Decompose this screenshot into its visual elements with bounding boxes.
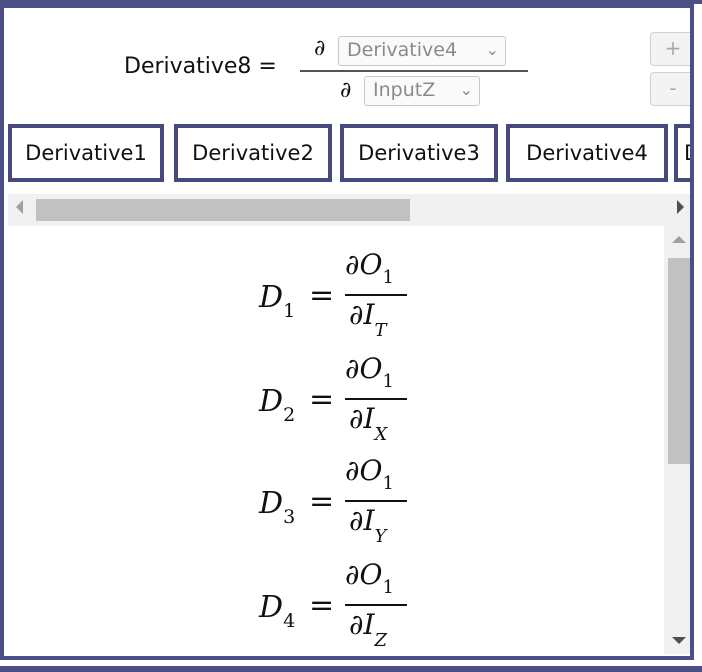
equation-lhs: D1: [259, 280, 296, 322]
equation-d3: D3 = ∂O1 ∂IY: [259, 454, 439, 548]
equation-denominator: ∂IX: [349, 402, 388, 445]
equation-denominator: ∂IZ: [349, 608, 388, 651]
horizontal-scrollbar[interactable]: [8, 194, 690, 226]
equation-lhs: D2: [259, 384, 296, 426]
numerator-select[interactable]: Derivative4 ⌄: [338, 36, 506, 66]
tab-derivative2[interactable]: Derivative2: [174, 124, 332, 182]
fraction-bar: [345, 500, 407, 502]
equation-numerator: ∂O1: [345, 248, 394, 288]
vertical-scrollbar[interactable]: [664, 226, 690, 654]
scroll-down-icon[interactable]: [672, 637, 686, 644]
vertical-scroll-thumb[interactable]: [668, 258, 690, 464]
fraction-bar: [345, 604, 407, 606]
remove-button[interactable]: -: [650, 72, 690, 106]
equation-lhs: D4: [259, 590, 296, 632]
tab-derivative1[interactable]: Derivative1: [8, 124, 164, 182]
tab-derivative3[interactable]: Derivative3: [340, 124, 498, 182]
denominator-partial-symbol: ∂: [340, 78, 352, 103]
scroll-right-icon[interactable]: [677, 200, 684, 214]
equation-d4: D4 = ∂O1 ∂IZ: [259, 558, 439, 652]
equation-d1: D1 = ∂O1 ∂IT: [259, 248, 439, 342]
fraction-bar: [345, 294, 407, 296]
fraction-bar: [300, 70, 528, 72]
horizontal-scroll-thumb[interactable]: [36, 199, 410, 221]
equation-denominator: ∂IT: [349, 298, 387, 341]
derivative-definition: Derivative8 = ∂ Derivative4 ⌄ ∂ InputZ ⌄: [4, 36, 690, 116]
numerator-partial-symbol: ∂: [314, 36, 326, 61]
chevron-down-icon: ⌄: [485, 40, 499, 59]
add-button[interactable]: +: [650, 32, 690, 66]
derivative-tabs: Derivative1 Derivative2 Derivative3 Deri…: [8, 124, 690, 184]
equation-denominator: ∂IY: [349, 504, 387, 547]
equation-numerator: ∂O1: [345, 558, 394, 598]
equation-d2: D2 = ∂O1 ∂IX: [259, 352, 439, 446]
equation-numerator: ∂O1: [345, 352, 394, 392]
denominator-select[interactable]: InputZ ⌄: [364, 76, 480, 106]
scroll-up-icon[interactable]: [672, 236, 686, 243]
scroll-left-icon[interactable]: [16, 200, 23, 214]
derivative-name: Derivative8 =: [124, 54, 277, 79]
derivative-panel: Derivative8 = ∂ Derivative4 ⌄ ∂ InputZ ⌄ +…: [0, 4, 694, 660]
tab-derivative4[interactable]: Derivative4: [506, 124, 668, 182]
equals-sign: =: [309, 278, 335, 313]
equals-sign: =: [309, 382, 335, 417]
equals-sign: =: [309, 484, 335, 519]
equation-numerator: ∂O1: [345, 454, 394, 494]
tab-derivative5[interactable]: D: [674, 124, 690, 182]
chevron-down-icon: ⌄: [459, 80, 473, 99]
equals-sign: =: [309, 588, 335, 623]
fraction-bar: [345, 398, 407, 400]
bottom-border: [0, 666, 702, 672]
equation-lhs: D3: [259, 486, 296, 528]
